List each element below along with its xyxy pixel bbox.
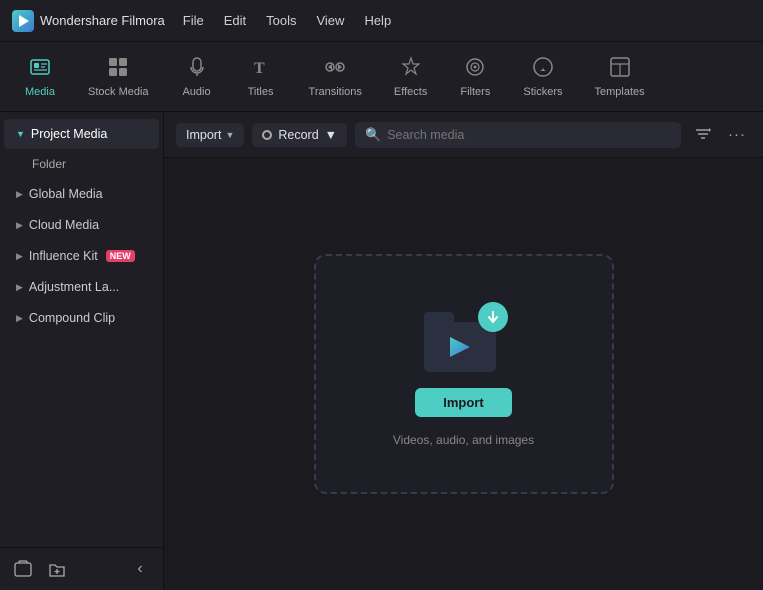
- import-dropdown-icon: ▼: [225, 130, 234, 140]
- toolbar-right: ···: [689, 121, 751, 149]
- search-icon: 🔍: [365, 127, 381, 143]
- tab-titles[interactable]: T Titles: [231, 50, 291, 104]
- menu-bar: File Edit Tools View Help: [183, 11, 391, 30]
- new-badge: NEW: [106, 250, 135, 262]
- tab-filters[interactable]: Filters: [445, 50, 505, 104]
- tab-stock-media-label: Stock Media: [88, 86, 149, 98]
- record-label: Record: [278, 128, 318, 142]
- influence-kit-label: Influence Kit: [29, 249, 98, 263]
- folder-tab: [424, 312, 454, 322]
- top-bar: Wondershare Filmora File Edit Tools View…: [0, 0, 763, 42]
- global-media-label: Global Media: [29, 187, 103, 201]
- cloud-media-label: Cloud Media: [29, 218, 99, 232]
- menu-tools[interactable]: Tools: [266, 11, 296, 30]
- new-folder-button[interactable]: [44, 556, 70, 582]
- stickers-icon: [532, 56, 554, 82]
- search-box: 🔍: [355, 122, 681, 148]
- chevron-right-icon: ▶: [16, 251, 23, 262]
- tab-stock-media[interactable]: Stock Media: [74, 50, 163, 104]
- tab-filters-label: Filters: [460, 86, 490, 98]
- sidebar-item-project-media[interactable]: ▼ Project Media: [4, 119, 159, 149]
- tab-audio-label: Audio: [182, 86, 210, 98]
- menu-help[interactable]: Help: [364, 11, 391, 30]
- content-area: Import ▼ Record ▼ 🔍: [164, 112, 763, 590]
- nav-tabs-bar: Media Stock Media Audio T T: [0, 42, 763, 112]
- menu-view[interactable]: View: [316, 11, 344, 30]
- import-drop-zone[interactable]: Import Videos, audio, and images: [314, 254, 614, 494]
- import-description: Videos, audio, and images: [393, 433, 534, 447]
- audio-icon: [186, 56, 208, 82]
- sidebar-collapse-button[interactable]: ‹: [127, 556, 153, 582]
- tab-titles-label: Titles: [248, 86, 274, 98]
- adjustment-layer-label: Adjustment La...: [29, 280, 119, 294]
- tab-transitions-label: Transitions: [309, 86, 362, 98]
- project-media-label: Project Media: [31, 127, 107, 141]
- media-icon: [29, 56, 51, 82]
- tab-media-label: Media: [25, 86, 55, 98]
- tab-effects-label: Effects: [394, 86, 427, 98]
- templates-icon: [609, 56, 631, 82]
- stock-media-icon: [107, 56, 129, 82]
- import-illustration: [424, 302, 504, 372]
- tab-media[interactable]: Media: [10, 50, 70, 104]
- new-bin-button[interactable]: [10, 556, 36, 582]
- tab-stickers[interactable]: Stickers: [509, 50, 576, 104]
- sidebar-bottom: ‹: [0, 547, 163, 590]
- import-area: Import Videos, audio, and images: [164, 158, 763, 590]
- tab-templates[interactable]: Templates: [580, 50, 658, 104]
- filter-button[interactable]: [689, 121, 717, 149]
- more-options-icon: ···: [728, 126, 746, 143]
- menu-edit[interactable]: Edit: [224, 11, 246, 30]
- sidebar-items: ▼ Project Media Folder ▶ Global Media ▶ …: [0, 112, 163, 547]
- record-button[interactable]: Record ▼: [252, 123, 347, 147]
- import-button[interactable]: Import ▼: [176, 123, 244, 147]
- import-arrow-icon: [478, 302, 508, 332]
- transitions-icon: [324, 56, 346, 82]
- chevron-down-icon: ▼: [16, 129, 25, 139]
- tab-audio[interactable]: Audio: [167, 50, 227, 104]
- chevron-right-icon: ▶: [16, 282, 23, 293]
- tab-templates-label: Templates: [594, 86, 644, 98]
- app-logo: Wondershare Filmora: [12, 10, 165, 32]
- menu-file[interactable]: File: [183, 11, 204, 30]
- record-dropdown-icon: ▼: [325, 128, 337, 142]
- sidebar-item-adjustment-layer[interactable]: ▶ Adjustment La...: [4, 272, 159, 302]
- import-label: Import: [186, 128, 221, 142]
- tab-stickers-label: Stickers: [523, 86, 562, 98]
- toolbar: Import ▼ Record ▼ 🔍: [164, 112, 763, 158]
- chevron-right-icon: ▶: [16, 189, 23, 200]
- record-dot-icon: [262, 130, 272, 140]
- sidebar-item-cloud-media[interactable]: ▶ Cloud Media: [4, 210, 159, 240]
- search-input[interactable]: [387, 128, 671, 142]
- tab-effects[interactable]: Effects: [380, 50, 441, 104]
- chevron-right-icon: ▶: [16, 313, 23, 324]
- import-zone-button[interactable]: Import: [415, 388, 511, 417]
- sidebar-item-global-media[interactable]: ▶ Global Media: [4, 179, 159, 209]
- chevron-right-icon: ▶: [16, 220, 23, 231]
- filters-icon: [464, 56, 486, 82]
- tab-transitions[interactable]: Transitions: [295, 50, 376, 104]
- svg-text:T: T: [254, 60, 265, 77]
- collapse-icon: ‹: [137, 560, 142, 578]
- sidebar: ▼ Project Media Folder ▶ Global Media ▶ …: [0, 112, 164, 590]
- sidebar-item-compound-clip[interactable]: ▶ Compound Clip: [4, 303, 159, 333]
- titles-icon: T: [250, 56, 272, 82]
- effects-icon: [400, 56, 422, 82]
- sidebar-item-influence-kit[interactable]: ▶ Influence Kit NEW: [4, 241, 159, 271]
- app-name: Wondershare Filmora: [40, 13, 165, 28]
- main-content: ▼ Project Media Folder ▶ Global Media ▶ …: [0, 112, 763, 590]
- more-options-button[interactable]: ···: [723, 121, 751, 149]
- filmora-logo-icon: [12, 10, 34, 32]
- compound-clip-label: Compound Clip: [29, 311, 115, 325]
- sidebar-sub-item-folder[interactable]: Folder: [4, 150, 159, 178]
